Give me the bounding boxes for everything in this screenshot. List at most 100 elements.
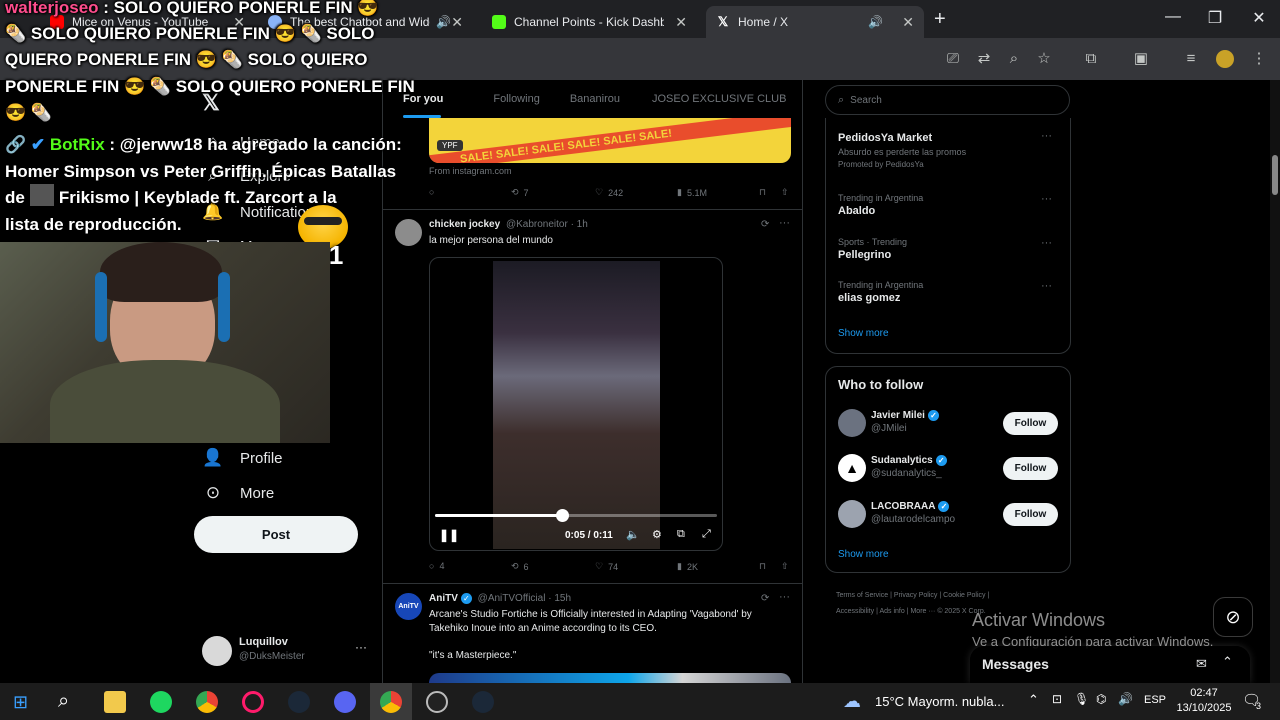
window-close-icon[interactable]: ✕	[1244, 8, 1274, 28]
language-indicator[interactable]: ESP	[1144, 694, 1166, 706]
volume-icon[interactable]: 🔊	[1118, 692, 1133, 706]
more-dots-icon[interactable]: ···	[1041, 237, 1052, 249]
show-more-link[interactable]: Show more	[838, 549, 889, 560]
extensions-icon[interactable]: ⧉	[1082, 50, 1100, 68]
search-icon[interactable]: ⌕	[58, 690, 69, 713]
footer-link[interactable]: More ···	[910, 608, 935, 615]
media-icon[interactable]: ≡	[1182, 50, 1200, 68]
bookmark-icon[interactable]: ⊓	[759, 187, 766, 198]
steam-icon[interactable]	[288, 691, 310, 713]
more-dots-icon[interactable]: ···	[779, 591, 790, 603]
footer-link[interactable]: Privacy Policy	[894, 592, 938, 599]
tab-for-you[interactable]: For you	[383, 93, 453, 105]
opera-gx-icon[interactable]	[242, 691, 264, 713]
avatar[interactable]: AniTV	[395, 593, 422, 620]
more-dots-icon[interactable]: ···	[1041, 130, 1052, 142]
spotify-icon[interactable]	[150, 691, 172, 713]
sidebar-item-notifications[interactable]: 🔔 Notifications	[202, 202, 321, 222]
tab-kick[interactable]: Channel Points - Kick Dashboar ✕	[482, 6, 697, 38]
tweet-author[interactable]: chicken jockey	[429, 219, 500, 230]
tab-youtube[interactable]: Mice on Venus - YouTube ✕	[40, 6, 255, 38]
tab-chatbot[interactable]: The best Chatbot and Widg 🔊 ✕	[258, 6, 473, 38]
close-icon[interactable]: ✕	[675, 14, 687, 31]
minimize-icon[interactable]: —	[1158, 8, 1188, 26]
obs-icon[interactable]	[426, 691, 448, 713]
tab-x-home[interactable]: 𝕏 Home / X 🔊 ✕	[706, 6, 924, 38]
trend-item[interactable]: Trending in Argentina elias gomez	[838, 280, 923, 304]
restore-icon[interactable]: ❐	[1200, 8, 1230, 28]
follow-suggestion[interactable]: Sudanalytics ✓ @sudanalytics_	[871, 455, 947, 479]
avatar[interactable]	[838, 409, 866, 437]
share-icon[interactable]: ⇧	[781, 561, 789, 572]
follow-button[interactable]: Follow	[1003, 412, 1058, 435]
more-dots-icon[interactable]: ···	[1041, 280, 1052, 292]
volume-icon[interactable]: 🔈	[626, 528, 640, 541]
grok-icon[interactable]: ⟳	[761, 219, 769, 230]
speaker-icon[interactable]: 🔊	[436, 15, 451, 29]
speaker-icon[interactable]: 🔊	[868, 15, 883, 29]
translate-icon[interactable]: ⇄	[975, 50, 993, 68]
share-icon[interactable]: ⇧	[781, 187, 789, 198]
retweet-stat[interactable]: ⟲ 6	[511, 561, 529, 572]
footer-link[interactable]: Accessibility	[836, 608, 874, 615]
follow-suggestion[interactable]: LACOBRAAA ✓ @lautarodelcampo	[871, 501, 955, 525]
tweet-media[interactable]	[429, 673, 791, 683]
post-button[interactable]: Post	[194, 516, 358, 553]
ad-source[interactable]: From instagram.com	[429, 166, 512, 176]
like-stat[interactable]: ♡ 74	[595, 561, 618, 572]
follow-button[interactable]: Follow	[1003, 457, 1058, 480]
new-tab-button[interactable]: +	[934, 8, 946, 31]
microphone-icon[interactable]: 🎙	[1074, 692, 1089, 706]
close-icon[interactable]: ✕	[451, 14, 463, 31]
reply-stat[interactable]: ○	[429, 187, 434, 197]
footer-link[interactable]: Terms of Service	[836, 592, 888, 599]
chrome-icon[interactable]	[196, 691, 218, 713]
search-input[interactable]: ⌕ Search	[825, 85, 1070, 115]
pip-icon[interactable]: ⧉	[677, 528, 685, 541]
views-stat[interactable]: ▮ 2K	[677, 561, 698, 572]
pause-icon[interactable]: ❚❚	[439, 528, 459, 542]
settings-icon[interactable]: ⚙	[652, 528, 662, 541]
follow-button[interactable]: Follow	[1003, 503, 1058, 526]
like-stat[interactable]: ♡ 242	[595, 187, 623, 198]
avatar[interactable]: ▲	[838, 454, 866, 482]
menu-icon[interactable]: ⋮	[1250, 50, 1268, 68]
scrollbar-thumb[interactable]	[1272, 155, 1278, 195]
chrome-icon[interactable]	[380, 691, 402, 713]
cast-icon[interactable]: ▣	[1132, 50, 1150, 68]
tab-bananirou[interactable]: Bananirou	[550, 93, 630, 105]
sidebar-item-more[interactable]: ⊙ More	[202, 483, 274, 503]
trend-item[interactable]: PedidosYa Market Absurdo es perderte las…	[838, 132, 1038, 169]
chevron-up-icon[interactable]: ⌃	[1028, 692, 1039, 708]
retweet-stat[interactable]: ⟲ 7	[511, 187, 529, 198]
grok-icon[interactable]: ⟳	[761, 593, 769, 604]
messages-drawer[interactable]: Messages ✉ ⌃	[970, 646, 1250, 683]
close-icon[interactable]: ✕	[902, 14, 914, 31]
steam-icon[interactable]	[472, 691, 494, 713]
show-more-link[interactable]: Show more	[838, 328, 889, 339]
x-logo-icon[interactable]: 𝕏	[202, 90, 220, 116]
discord-icon[interactable]	[334, 691, 356, 713]
windows-start-icon[interactable]: ⊞	[13, 692, 33, 712]
install-icon[interactable]: ⎚	[944, 50, 962, 68]
video-progress-track[interactable]	[435, 509, 717, 522]
reply-stat[interactable]: ○ 4	[429, 561, 444, 571]
chevron-up-icon[interactable]: ⌃	[1222, 654, 1233, 670]
trend-item[interactable]: Sports · Trending Pellegrino	[838, 237, 907, 261]
bookmark-icon[interactable]: ⊓	[759, 561, 766, 572]
file-explorer-icon[interactable]	[104, 691, 126, 713]
tab-joseo-club[interactable]: JOSEO EXCLUSIVE CLUB	[630, 93, 797, 105]
avatar[interactable]	[395, 219, 422, 246]
video-player[interactable]: ❚❚ 0:05 / 0:11 🔈 ⚙ ⧉ ⤢	[429, 257, 723, 551]
avatar[interactable]	[838, 500, 866, 528]
scrollbar[interactable]	[1270, 80, 1280, 683]
views-stat[interactable]: ▮ 5.1M	[677, 187, 707, 198]
account-switcher[interactable]: Luquillov @DuksMeister ···	[200, 632, 370, 672]
footer-link[interactable]: Ads info	[879, 608, 904, 615]
ad-image[interactable]: SALE! SALE! SALE! SALE! SALE! SALE! YPF	[429, 118, 791, 163]
grok-icon[interactable]: ⊘	[1213, 597, 1253, 637]
weather-icon[interactable]: ☁	[843, 691, 861, 712]
more-dots-icon[interactable]: ···	[1041, 193, 1052, 205]
follow-suggestion[interactable]: Javier Milei ✓ @JMilei	[871, 410, 939, 434]
more-dots-icon[interactable]: ···	[355, 640, 367, 654]
